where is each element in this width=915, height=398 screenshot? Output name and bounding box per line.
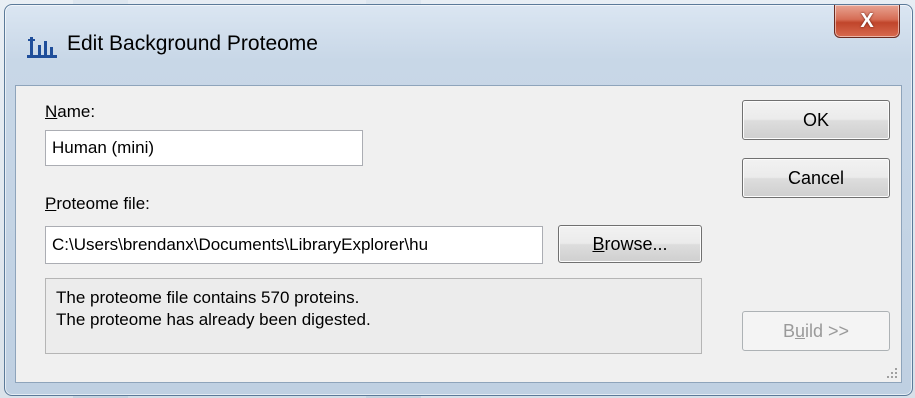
status-line-digested: The proteome has already been digested.	[56, 310, 371, 329]
browse-label: rowse...	[604, 233, 668, 254]
status-line-proteins: The proteome file contains 570 proteins.	[56, 288, 360, 307]
close-icon: X	[860, 9, 874, 32]
proteome-label-accelerator: P	[45, 194, 57, 213]
dialog-client-area: Name: Human (mini) Proteome file: C:\Use…	[15, 85, 902, 383]
name-label-accelerator: N	[45, 102, 58, 121]
cancel-button[interactable]: Cancel	[742, 158, 890, 198]
build-accelerator: u	[794, 320, 805, 341]
status-box: The proteome file contains 570 proteins.…	[45, 278, 702, 354]
proteome-label-text: roteome file:	[56, 194, 150, 213]
title-bar[interactable]: Edit Background Proteome X	[5, 5, 912, 83]
name-input[interactable]: Human (mini)	[45, 130, 363, 166]
window-title: Edit Background Proteome	[67, 32, 318, 55]
browse-button[interactable]: Browse...	[558, 225, 702, 263]
proteome-file-input[interactable]: C:\Users\brendanx\Documents\LibraryExplo…	[45, 226, 543, 264]
browse-accelerator: B	[592, 233, 605, 254]
build-label-rest: ild >>	[804, 320, 850, 341]
name-label: Name:	[45, 102, 95, 122]
skyline-chart-icon	[27, 33, 57, 59]
name-label-text: ame:	[57, 102, 96, 121]
build-label-prefix: B	[782, 320, 795, 341]
proteome-file-label: Proteome file:	[45, 194, 150, 214]
ok-button[interactable]: OK	[742, 100, 890, 140]
build-button[interactable]: Bu ild >>	[742, 311, 890, 351]
dialog-window: Edit Background Proteome X Name: Human (…	[4, 4, 913, 396]
close-button[interactable]: X	[834, 5, 900, 38]
resize-grip-icon[interactable]	[885, 366, 899, 380]
